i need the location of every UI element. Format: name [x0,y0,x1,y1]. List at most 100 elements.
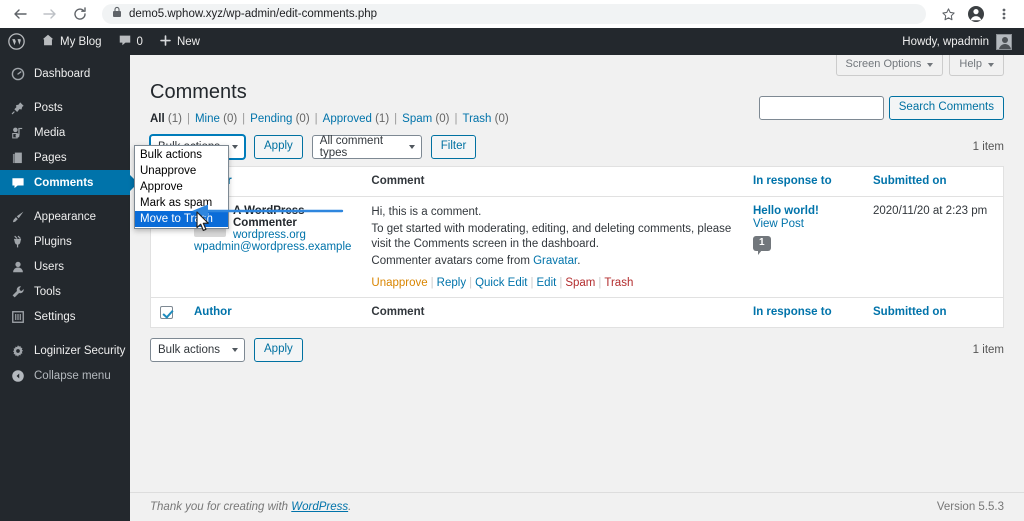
sidebar-item-label: Posts [34,101,63,114]
comment-text-line-2: To get started with moderating, editing,… [371,222,732,251]
sidebar-item-settings[interactable]: Settings [0,304,130,329]
sidebar-item-label: Plugins [34,235,72,248]
address-bar-url: demo5.wphow.xyz/wp-admin/edit-comments.p… [129,8,378,20]
sidebar-item-label: Settings [34,310,76,323]
site-name-menu[interactable]: My Blog [33,28,110,55]
column-header-comment[interactable]: Comment [361,167,743,197]
comment-text-line-3: Commenter avatars come from Gravatar. [371,254,581,267]
filter-link-all[interactable]: All (1) [150,113,182,125]
apply-button-top[interactable]: Apply [254,135,303,159]
column-footer-comment[interactable]: Comment [361,297,743,327]
row-action-edit[interactable]: Edit [537,277,557,289]
sidebar-item-pages[interactable]: Pages [0,145,130,170]
cell-date: 2020/11/20 at 2:23 pm [873,205,988,217]
sidebar-item-plugins[interactable]: Plugins [0,229,130,254]
sidebar-item-label: Appearance [34,210,97,223]
help-button[interactable]: Help [949,55,1004,76]
screen-options-button[interactable]: Screen Options [835,55,944,76]
pin-icon [9,101,26,115]
dashboard-icon [9,67,26,81]
comments-bubble-menu[interactable]: 0 [110,28,151,55]
select-all-checkbox-bottom[interactable] [160,306,173,319]
sidebar-item-appearance[interactable]: Appearance [0,204,130,229]
row-action-unapprove[interactable]: Unapprove [371,277,427,289]
back-arrow-icon[interactable] [8,2,32,26]
dropdown-option-bulk-actions[interactable]: Bulk actions [135,147,228,163]
dropdown-option-approve[interactable]: Approve [135,179,228,195]
search-area: Search Comments [758,96,1004,120]
screen-options-label: Screen Options [845,58,922,70]
chevron-down-icon [927,62,934,67]
search-input[interactable] [758,96,884,120]
gravatar-link[interactable]: Gravatar [533,255,577,267]
collapse-icon [9,369,26,383]
post-comment-count-badge[interactable]: 1 [753,236,771,255]
browser-chrome: demo5.wphow.xyz/wp-admin/edit-comments.p… [0,0,1024,28]
row-action-trash[interactable]: Trash [604,277,633,289]
column-footer-response[interactable]: In response to [743,297,863,327]
row-action-spam[interactable]: Spam [565,277,595,289]
dropdown-option-unapprove[interactable]: Unapprove [135,163,228,179]
filter-link-pending[interactable]: Pending (0) [250,113,309,125]
sidebar-item-users[interactable]: Users [0,254,130,279]
sidebar-item-tools[interactable]: Tools [0,279,130,304]
avatar [996,33,1012,50]
footer-version: Version 5.5.3 [936,501,1004,513]
sidebar-item-posts[interactable]: Posts [0,95,130,120]
comment-type-select[interactable]: All comment types [311,135,422,159]
column-header-response[interactable]: In response to [743,167,863,197]
column-footer-date[interactable]: Submitted on [863,297,1003,327]
star-icon[interactable] [936,2,960,26]
address-bar[interactable]: demo5.wphow.xyz/wp-admin/edit-comments.p… [102,4,926,24]
dropdown-option-move-to-trash[interactable]: Move to Trash [135,211,228,227]
sidebar-item-label: Comments [34,176,94,189]
column-header-date[interactable]: Submitted on [863,167,1003,197]
menu-separator [0,195,130,204]
author-email-link[interactable]: wpadmin@wordpress.example [194,241,351,253]
sidebar-item-loginizer-security[interactable]: Loginizer Security [0,338,130,363]
filter-button[interactable]: Filter [430,135,477,159]
tablenav-bottom: Bulk actions Apply 1 item [150,337,1004,363]
wordpress-link[interactable]: WordPress [291,501,348,513]
sidebar-item-media[interactable]: Media [0,120,130,145]
row-action-quick-edit[interactable]: Quick Edit [475,277,527,289]
row-actions: Unapprove | Reply | Quick Edit | Edit | Spam | Tra… [371,277,634,289]
howdy-menu[interactable]: Howdy, wpadmin [902,33,1024,50]
new-content-menu[interactable]: New [151,28,208,55]
reload-icon[interactable] [68,2,92,26]
row-action-reply[interactable]: Reply [437,277,466,289]
filter-link-mine[interactable]: Mine (0) [195,113,237,125]
filter-link-approved[interactable]: Approved (1) [323,113,390,125]
site-name-label: My Blog [60,35,102,48]
bulk-actions-dropdown-list[interactable]: Bulk actions Unapprove Approve Mark as s… [134,145,229,229]
cell-comment: Hi, this is a comment. To get started wi… [361,197,743,298]
column-footer-author[interactable]: Author [184,297,362,327]
bulk-actions-select-bottom[interactable]: Bulk actions [150,338,245,362]
footer-thankyou: Thank you for creating with WordPress. [150,501,352,513]
wrench-icon [9,285,26,299]
admin-sidebar: Dashboard Posts Media Pages Comments App… [0,55,138,521]
sidebar-item-label: Dashboard [34,67,91,80]
main-content: Screen Options Help Comments All (1) | M… [130,55,1024,521]
profile-icon[interactable] [964,2,988,26]
screen-meta-links: Screen Options Help [835,55,1004,76]
filter-link-spam[interactable]: Spam (0) [402,113,449,125]
response-post-title-link[interactable]: Hello world! [753,205,853,217]
sidebar-item-comments[interactable]: Comments [0,170,138,195]
sidebar-item-collapse-menu[interactable]: Collapse menu [0,363,130,388]
three-dot-menu-icon[interactable] [992,2,1016,26]
chevron-down-icon [408,145,415,149]
separator: | [186,113,190,125]
search-comments-button[interactable]: Search Comments [888,96,1004,120]
chevron-down-icon [988,62,994,67]
dropdown-option-mark-as-spam[interactable]: Mark as spam [135,195,228,211]
filter-link-trash[interactable]: Trash (0) [462,113,508,125]
forward-arrow-icon[interactable] [38,2,62,26]
menu-separator [0,86,130,95]
comments-table: Author Comment In response to Submitted … [151,167,1003,327]
apply-button-bottom[interactable]: Apply [254,338,303,362]
view-post-link[interactable]: View Post [753,218,853,230]
select-all-footer-cell [151,297,184,327]
wordpress-logo-icon[interactable] [0,28,33,55]
sidebar-item-dashboard[interactable]: Dashboard [0,61,130,86]
